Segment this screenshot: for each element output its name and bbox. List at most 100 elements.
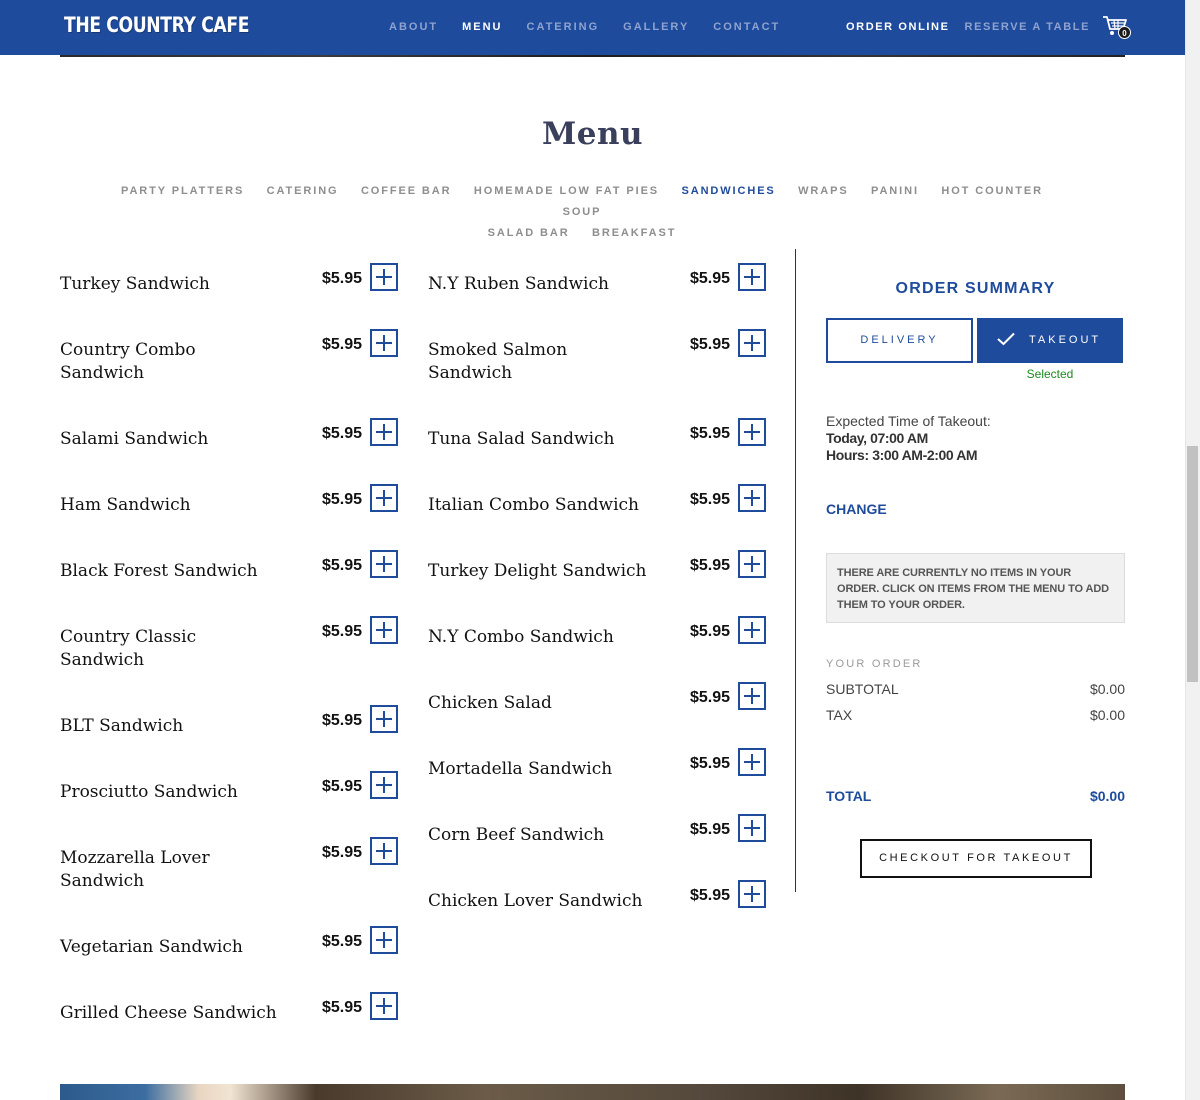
reserve-table-link[interactable]: RESERVE A TABLE: [965, 21, 1090, 33]
item-name: Prosciutto Sandwich: [60, 782, 238, 802]
item-price: $5.95: [322, 336, 363, 353]
cafe-logo[interactable]: THE COUNTRY CAFE: [64, 13, 249, 37]
nav-item-about[interactable]: ABOUT: [389, 21, 438, 33]
item-name: Ham Sandwich: [60, 495, 191, 515]
checkmark-icon: [997, 332, 1015, 346]
item-name: Smoked Salmon Sandwich: [428, 340, 568, 383]
add-item-button[interactable]: [370, 484, 398, 512]
add-item-button[interactable]: [370, 771, 398, 799]
column-divider: [795, 249, 796, 892]
your-order-heading: YOUR ORDER: [826, 658, 923, 670]
hero-image-edge: [60, 55, 1125, 57]
selected-indicator: Selected: [1026, 367, 1074, 381]
add-item-button[interactable]: [370, 992, 398, 1020]
category-salad-bar[interactable]: SALAD BAR: [488, 227, 570, 239]
item-price: $5.95: [690, 491, 731, 508]
category-wraps[interactable]: WRAPS: [798, 185, 848, 197]
add-item-button[interactable]: [370, 329, 398, 357]
takeout-option-label: TAKEOUT: [1029, 334, 1102, 346]
top-navigation-bar: THE COUNTRY CAFE ABOUT MENU CATERING GAL…: [0, 0, 1185, 55]
checkout-button[interactable]: CHECKOUT FOR TAKEOUT: [860, 839, 1092, 878]
category-sandwiches[interactable]: SANDWICHES: [682, 185, 776, 197]
item-price: $5.95: [322, 712, 363, 729]
footer-photo: [60, 1084, 1125, 1100]
add-item-button[interactable]: [738, 418, 766, 446]
add-item-button[interactable]: [738, 682, 766, 710]
order-summary-title: ORDER SUMMARY: [895, 280, 1056, 297]
category-party-platters[interactable]: PARTY PLATTERS: [121, 185, 244, 197]
item-price: $5.95: [322, 623, 363, 640]
add-item-button[interactable]: [738, 329, 766, 357]
item-name: Chicken Salad: [428, 693, 552, 713]
add-item-button[interactable]: [738, 484, 766, 512]
item-price: $5.95: [322, 933, 363, 950]
expected-time-label: Expected Time of Takeout:: [826, 413, 991, 429]
item-price: $5.95: [690, 887, 731, 904]
item-name: Country Classic Sandwich: [60, 627, 197, 670]
item-name: Corn Beef Sandwich: [428, 825, 605, 845]
add-item-button[interactable]: [370, 550, 398, 578]
add-item-button[interactable]: [370, 926, 398, 954]
total-label: TOTAL: [826, 788, 872, 804]
category-panini[interactable]: PANINI: [871, 185, 919, 197]
item-name: Black Forest Sandwich: [60, 561, 258, 581]
item-price: $5.95: [322, 844, 363, 861]
tax-label: TAX: [826, 707, 853, 723]
shopping-cart-button[interactable]: 0: [1102, 14, 1132, 40]
item-price: $5.95: [690, 425, 731, 442]
item-name: Italian Combo Sandwich: [428, 495, 639, 515]
page-scrollbar-thumb[interactable]: [1187, 446, 1198, 682]
nav-item-contact[interactable]: CONTACT: [713, 21, 780, 33]
item-price: $5.95: [690, 821, 731, 838]
item-name: Salami Sandwich: [60, 429, 209, 449]
item-price: $5.95: [322, 270, 363, 287]
category-homemade-low-fat-pies[interactable]: HOMEMADE LOW FAT PIES: [474, 185, 659, 197]
item-name: Chicken Lover Sandwich: [428, 891, 643, 911]
item-price: $5.95: [690, 336, 731, 353]
nav-item-catering[interactable]: CATERING: [527, 21, 600, 33]
add-item-button[interactable]: [370, 263, 398, 291]
add-item-button[interactable]: [370, 837, 398, 865]
item-price: $5.95: [322, 557, 363, 574]
menu-title: Menu: [541, 116, 644, 152]
item-name: Country Combo Sandwich: [60, 340, 196, 383]
item-name: BLT Sandwich: [60, 716, 184, 736]
add-item-button[interactable]: [738, 550, 766, 578]
takeout-option-button[interactable]: TAKEOUT: [977, 318, 1123, 363]
nav-item-gallery[interactable]: GALLERY: [623, 21, 689, 33]
add-item-button[interactable]: [738, 748, 766, 776]
add-item-button[interactable]: [370, 418, 398, 446]
item-price: $5.95: [690, 689, 731, 706]
add-item-button[interactable]: [370, 705, 398, 733]
add-item-button[interactable]: [738, 263, 766, 291]
opening-hours: Hours: 3:00 AM-2:00 AM: [826, 447, 978, 463]
item-name: Grilled Cheese Sandwich: [60, 1003, 277, 1023]
tax-value: $0.00: [1089, 707, 1125, 723]
category-soup[interactable]: SOUP: [563, 206, 602, 218]
item-name: Turkey Delight Sandwich: [428, 561, 647, 581]
category-breakfast[interactable]: BREAKFAST: [592, 227, 676, 239]
add-item-button[interactable]: [370, 616, 398, 644]
main-nav: ABOUT MENU CATERING GALLERY CONTACT: [389, 21, 804, 33]
add-item-button[interactable]: [738, 616, 766, 644]
delivery-option-button[interactable]: DELIVERY: [826, 318, 973, 363]
nav-actions: ORDER ONLINE RESERVE A TABLE: [846, 21, 1105, 33]
category-hot-counter[interactable]: HOT COUNTER: [941, 185, 1043, 197]
item-name: Mortadella Sandwich: [428, 759, 613, 779]
change-time-link[interactable]: CHANGE: [826, 501, 887, 517]
item-name: Mozzarella Lover Sandwich: [60, 848, 210, 891]
item-price: $5.95: [690, 755, 731, 772]
subtotal-label: SUBTOTAL: [826, 681, 899, 697]
add-item-button[interactable]: [738, 814, 766, 842]
nav-item-menu[interactable]: MENU: [462, 21, 502, 33]
add-item-button[interactable]: [738, 880, 766, 908]
item-price: $5.95: [690, 557, 731, 574]
item-price: $5.95: [690, 623, 731, 640]
order-online-link[interactable]: ORDER ONLINE: [846, 21, 950, 33]
item-name: Turkey Sandwich: [60, 274, 210, 294]
item-name: Tuna Salad Sandwich: [428, 429, 615, 449]
category-catering[interactable]: CATERING: [267, 185, 339, 197]
category-coffee-bar[interactable]: COFFEE BAR: [361, 185, 452, 197]
item-price: $5.95: [322, 999, 363, 1016]
total-value: $0.00: [1089, 788, 1125, 804]
